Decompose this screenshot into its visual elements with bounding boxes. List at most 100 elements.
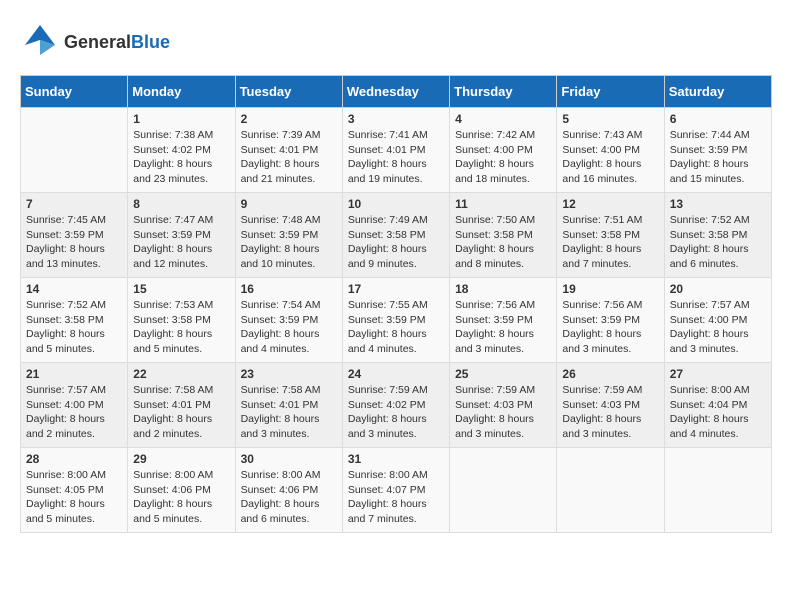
day-number: 4 [455,112,551,126]
cell-content: Sunrise: 7:54 AMSunset: 3:59 PMDaylight:… [241,298,337,357]
calendar-cell: 18Sunrise: 7:56 AMSunset: 3:59 PMDayligh… [450,278,557,363]
cell-line: Sunrise: 7:58 AM [241,384,321,396]
calendar-cell: 1Sunrise: 7:38 AMSunset: 4:02 PMDaylight… [128,108,235,193]
day-number: 27 [670,367,766,381]
cell-content: Sunrise: 7:50 AMSunset: 3:58 PMDaylight:… [455,213,551,272]
cell-content: Sunrise: 7:55 AMSunset: 3:59 PMDaylight:… [348,298,444,357]
day-number: 21 [26,367,122,381]
cell-line: Sunrise: 8:00 AM [241,469,321,481]
cell-line: Sunset: 3:59 PM [133,229,211,241]
calendar-table: SundayMondayTuesdayWednesdayThursdayFrid… [20,75,772,533]
day-number: 2 [241,112,337,126]
cell-line: Sunset: 3:59 PM [562,314,640,326]
cell-line: Sunrise: 7:52 AM [26,299,106,311]
cell-line: Sunset: 4:00 PM [26,399,104,411]
cell-line: Sunrise: 7:59 AM [455,384,535,396]
calendar-cell: 20Sunrise: 7:57 AMSunset: 4:00 PMDayligh… [664,278,771,363]
cell-content: Sunrise: 7:42 AMSunset: 4:00 PMDaylight:… [455,128,551,187]
week-row-2: 7Sunrise: 7:45 AMSunset: 3:59 PMDaylight… [21,193,772,278]
cell-line: Sunrise: 7:57 AM [26,384,106,396]
week-row-1: 1 Sunrise: 7:38 AM Sunset: 4:02 PM Daylight… [21,108,772,193]
calendar-cell: 10Sunrise: 7:49 AMSunset: 3:58 PMDayligh… [342,193,449,278]
day-number: 6 [670,112,766,126]
cell-line: Daylight: 8 hours and 7 minutes. [562,243,641,270]
day-number: 22 [133,367,229,381]
cell-line: Sunset: 4:01 PM [241,144,319,156]
calendar-cell: 31Sunrise: 8:00 AMSunset: 4:07 PMDayligh… [342,448,449,533]
calendar-cell: 27Sunrise: 8:00 AMSunset: 4:04 PMDayligh… [664,363,771,448]
calendar-cell: 30Sunrise: 8:00 AMSunset: 4:06 PMDayligh… [235,448,342,533]
cell-line: Daylight: 8 hours and 12 minutes. [133,243,212,270]
cell-line: Sunrise: 7:58 AM [133,384,213,396]
day-header-friday: Friday [557,76,664,108]
day-number: 25 [455,367,551,381]
cell-content: Sunrise: 8:00 AMSunset: 4:06 PMDaylight:… [241,468,337,527]
cell-line: Daylight: 8 hours and 16 minutes. [562,158,641,185]
calendar-cell: 17Sunrise: 7:55 AMSunset: 3:59 PMDayligh… [342,278,449,363]
calendar-cell: 26Sunrise: 7:59 AMSunset: 4:03 PMDayligh… [557,363,664,448]
cell-line: Sunset: 4:04 PM [670,399,748,411]
calendar-cell: 3Sunrise: 7:41 AMSunset: 4:01 PMDaylight… [342,108,449,193]
cell-line: Sunrise: 7:49 AM [348,214,428,226]
cell-line: Daylight: 8 hours and 3 minutes. [670,328,749,355]
cell-line: Daylight: 8 hours and 4 minutes. [348,328,427,355]
cell-line: Sunrise: 7:39 AM [241,129,321,141]
day-number: 1 [133,112,229,126]
page-header: GeneralBlue [20,20,772,65]
cell-line: Daylight: 8 hours and 3 minutes. [348,413,427,440]
cell-line: Daylight: 8 hours and 3 minutes. [455,328,534,355]
cell-line: Sunrise: 7:38 AM [133,129,213,141]
week-row-3: 14Sunrise: 7:52 AMSunset: 3:58 PMDayligh… [21,278,772,363]
cell-line: Daylight: 8 hours and 10 minutes. [241,243,320,270]
cell-line: Daylight: 8 hours and 15 minutes. [670,158,749,185]
cell-line: Daylight: 8 hours and 5 minutes. [133,498,212,525]
calendar-cell: 4Sunrise: 7:42 AMSunset: 4:00 PMDaylight… [450,108,557,193]
cell-line: Daylight: 8 hours and 5 minutes. [133,328,212,355]
day-number: 10 [348,197,444,211]
cell-content: Sunrise: 7:59 AMSunset: 4:02 PMDaylight:… [348,383,444,442]
cell-line: Sunrise: 7:54 AM [241,299,321,311]
cell-line: Sunset: 3:58 PM [670,229,748,241]
cell-line: Sunrise: 8:00 AM [348,469,428,481]
cell-line: Sunrise: 7:57 AM [670,299,750,311]
calendar-cell: 25 Sunrise: 7:59 AMSunset: 4:03 PMDayligh… [450,363,557,448]
cell-line: Sunset: 4:02 PM [133,144,211,156]
cell-content: Sunrise: 7:53 AMSunset: 3:58 PMDaylight:… [133,298,229,357]
cell-line: Daylight: 8 hours and 2 minutes. [26,413,105,440]
cell-line: Sunset: 3:59 PM [26,229,104,241]
cell-content: Sunrise: 8:00 AMSunset: 4:07 PMDaylight:… [348,468,444,527]
cell-line: Sunset: 3:58 PM [455,229,533,241]
cell-line: Sunrise: 7:59 AM [562,384,642,396]
cell-line: Daylight: 8 hours and 4 minutes. [670,413,749,440]
cell-line: Daylight: 8 hours and 19 minutes. [348,158,427,185]
cell-line: Sunset: 4:05 PM [26,484,104,496]
calendar-cell: 16Sunrise: 7:54 AMSunset: 3:59 PMDayligh… [235,278,342,363]
calendar-cell: 29Sunrise: 8:00 AMSunset: 4:06 PMDayligh… [128,448,235,533]
cell-content: Sunrise: 7:59 AMSunset: 4:03 PMDaylight:… [455,383,551,442]
day-header-monday: Monday [128,76,235,108]
day-header-saturday: Saturday [664,76,771,108]
cell-line: Sunrise: 7:52 AM [670,214,750,226]
day-number: 9 [241,197,337,211]
cell-line: Sunrise: 7:56 AM [562,299,642,311]
cell-line: Daylight: 8 hours and 8 minutes. [455,243,534,270]
cell-line: Sunrise: 7:42 AM [455,129,535,141]
cell-content: Sunrise: 7:48 AMSunset: 3:59 PMDaylight:… [241,213,337,272]
cell-line: Sunset: 4:02 PM [348,399,426,411]
cell-line: Sunrise: 7:43 AM [562,129,642,141]
cell-line: Sunset: 4:00 PM [455,144,533,156]
cell-content: Sunrise: 8:00 AMSunset: 4:05 PMDaylight:… [26,468,122,527]
calendar-cell: 2 Sunrise: 7:39 AM Sunset: 4:01 PM Daylight… [235,108,342,193]
cell-line: Sunrise: 7:56 AM [455,299,535,311]
logo-text: GeneralBlue [64,33,170,53]
cell-line: Sunrise: 7:51 AM [562,214,642,226]
cell-line: Sunset: 3:58 PM [562,229,640,241]
day-header-wednesday: Wednesday [342,76,449,108]
calendar-cell: 15Sunrise: 7:53 AMSunset: 3:58 PMDayligh… [128,278,235,363]
cell-line: Daylight: 8 hours and 9 minutes. [348,243,427,270]
cell-line: Sunset: 3:59 PM [670,144,748,156]
logo: GeneralBlue [20,20,170,65]
day-number: 28 [26,452,122,466]
cell-line: Daylight: 8 hours and 21 minutes. [241,158,320,185]
calendar-cell: 9 Sunrise: 7:48 AMSunset: 3:59 PMDaylight… [235,193,342,278]
